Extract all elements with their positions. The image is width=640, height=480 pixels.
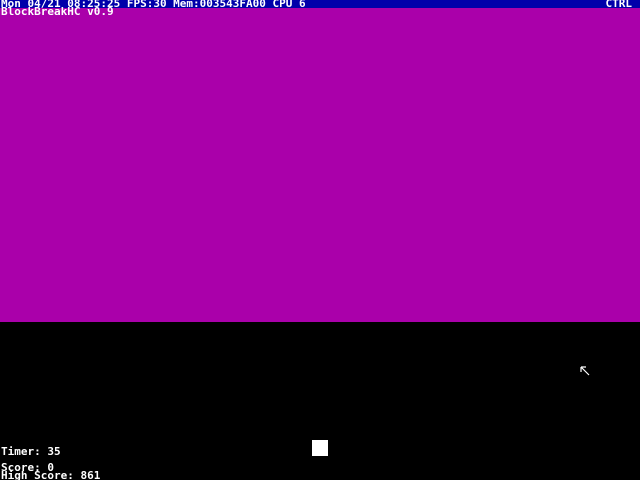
mouse-pointer-icon [579,365,591,377]
high-score-readout: High Score: 861 [1,469,101,480]
block-field [0,8,640,322]
paddle[interactable] [312,440,328,456]
timer-readout: Timer: 35 [1,445,61,458]
game-title: BlockBreakHC v0.9 [1,5,114,18]
status-bar-ctrl-indicator: CTRL [605,0,633,10]
game-screen[interactable]: Mon 04/21 08:25:25 FPS:30 Mem:003543FA00… [0,0,640,480]
